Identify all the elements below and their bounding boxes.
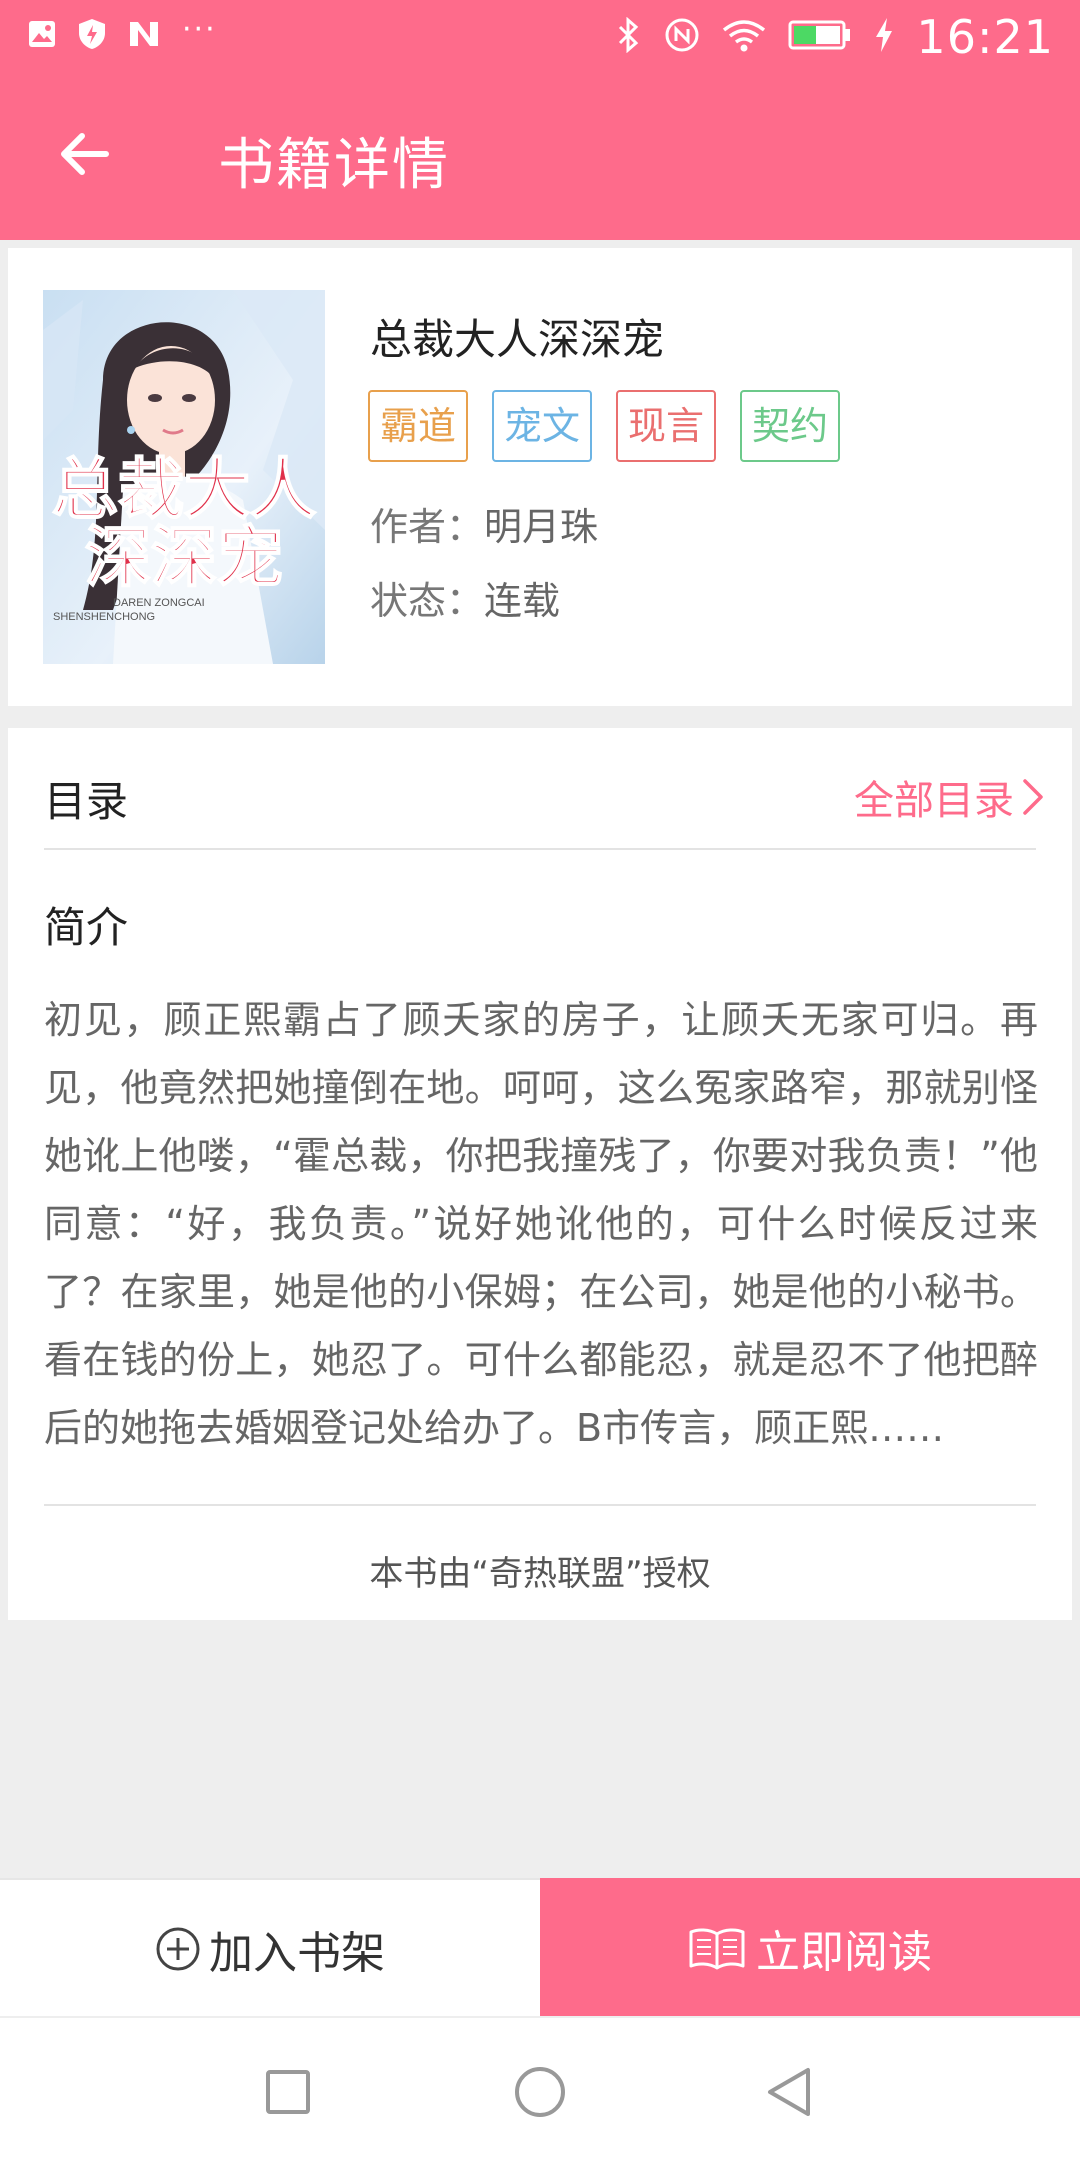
wifi-icon	[722, 18, 766, 56]
n-logo-icon	[128, 20, 160, 52]
intro-text[interactable]: 初见，顾正熙霸占了顾夭家的房子，让顾夭无家可归。再见，他竟然把她撞倒在地。呵呵，…	[44, 986, 1038, 1462]
cover-pinyin-2: SHENSHENCHONG	[53, 611, 155, 623]
plus-circle-icon	[156, 1927, 200, 1971]
book-info-card: 总裁大人 深深宠 DAREN ZONGCAI SHENSHENCHONG 总裁大…	[8, 248, 1072, 706]
full-catalog-link[interactable]: 全部目录	[854, 768, 1044, 826]
open-book-icon	[689, 1928, 745, 1970]
divider	[44, 848, 1036, 850]
cover-pinyin-1: DAREN ZONGCAI	[113, 597, 205, 609]
recents-button[interactable]	[256, 2060, 320, 2124]
catalog-label: 目录	[44, 777, 129, 826]
read-now-button[interactable]: 立即阅读	[540, 1878, 1080, 2018]
triangle-back-icon	[768, 2068, 810, 2116]
read-now-label: 立即阅读	[756, 1927, 932, 1978]
tag-badge[interactable]: 现言	[616, 390, 717, 462]
author-name: 明月珠	[484, 505, 599, 549]
tag-badge[interactable]: 霸道	[368, 390, 469, 462]
add-to-shelf-label: 加入书架	[209, 1928, 385, 1979]
author-row: 作者：明月珠	[370, 496, 598, 551]
book-detail-card: 目录 全部目录 简介 初见，顾正熙霸占了顾夭家的房子，让顾夭无家可归。再见，他竟…	[8, 728, 1072, 1620]
image-icon	[28, 20, 56, 52]
intro-label: 简介	[44, 903, 129, 952]
action-bar: 加入书架 立即阅读	[0, 1878, 1080, 2018]
cover-title-line1: 总裁大人	[52, 450, 316, 528]
nfc-icon	[664, 17, 700, 57]
add-to-shelf-button[interactable]: 加入书架	[0, 1880, 540, 2018]
header: 书籍详情	[0, 72, 1080, 240]
square-icon	[266, 2070, 310, 2114]
tag-badge[interactable]: 契约	[740, 390, 841, 462]
status-time: 16:21	[916, 10, 1054, 64]
battery-icon	[788, 19, 852, 55]
system-nav-bar	[0, 2016, 1080, 2160]
tag-badge[interactable]: 宠文	[492, 390, 593, 462]
nav-back-button[interactable]	[758, 2060, 822, 2124]
status-bar: ··· 16:21	[0, 0, 1080, 72]
home-button[interactable]	[508, 2060, 572, 2124]
tag-list: 霸道 宠文 现言 契约	[368, 390, 841, 462]
status-row: 状态：连载	[370, 570, 560, 625]
top-app-bar: ··· 16:21 书籍详情	[0, 0, 1080, 240]
book-title: 总裁大人深深宠	[370, 315, 665, 364]
book-status: 连载	[484, 579, 561, 623]
charging-icon	[874, 17, 894, 57]
page-title: 书籍详情	[218, 133, 450, 198]
arrow-left-icon	[61, 133, 109, 175]
more-dots-icon: ···	[182, 11, 217, 47]
circle-icon	[515, 2067, 565, 2117]
shield-icon	[78, 18, 106, 54]
divider	[44, 1504, 1036, 1506]
status-label: 状态：	[370, 579, 485, 623]
full-catalog-label: 全部目录	[854, 778, 1014, 824]
cover-title-line2: 深深宠	[85, 518, 283, 596]
back-button[interactable]	[44, 114, 124, 194]
bluetooth-icon	[616, 16, 642, 57]
license-note: 本书由“奇热联盟”授权	[369, 1554, 711, 1594]
chevron-right-icon	[1023, 779, 1043, 815]
book-cover[interactable]: 总裁大人 深深宠 DAREN ZONGCAI SHENSHENCHONG	[43, 290, 325, 664]
author-label: 作者：	[370, 505, 485, 549]
